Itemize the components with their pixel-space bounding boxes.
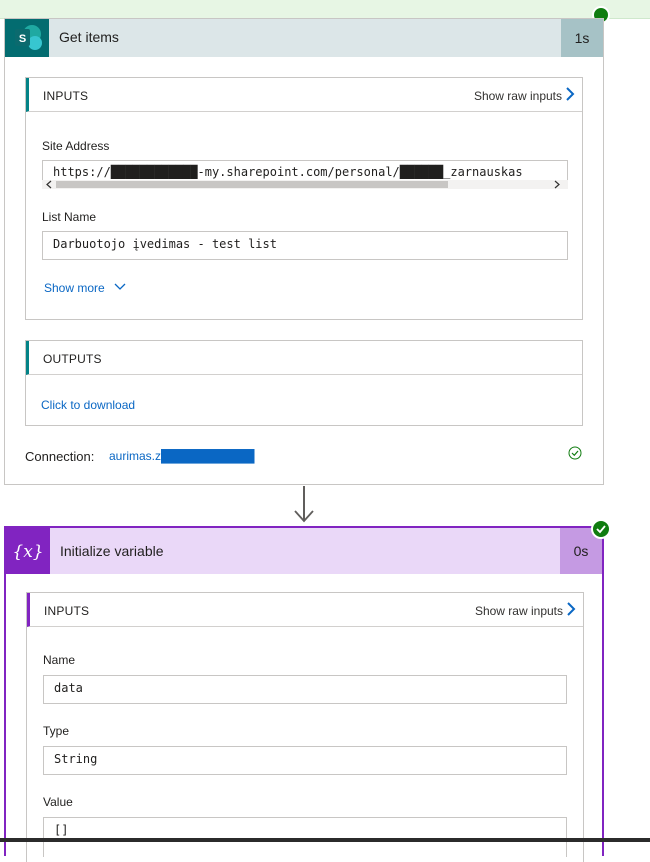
section-title: INPUTS	[44, 604, 90, 618]
name-field[interactable]: data	[43, 675, 567, 704]
list-name-field[interactable]: Darbuotojo įvedimas - test list	[42, 231, 568, 260]
initialize-variable-header[interactable]: {x} Initialize variable 0s	[6, 528, 602, 574]
success-check-icon	[591, 519, 611, 539]
name-label: Name	[43, 653, 76, 667]
window-bottom-edge	[0, 838, 650, 842]
scroll-left-icon[interactable]	[44, 180, 54, 189]
variable-icon: {x}	[6, 528, 50, 574]
inputs-panel-header: INPUTS Show raw inputs	[26, 78, 582, 112]
get-items-card: S Get items 1s INPUTS Show raw inputs Si…	[4, 18, 604, 485]
get-items-header[interactable]: S Get items 1s	[5, 19, 603, 57]
svg-text:{x}: {x}	[12, 542, 43, 562]
show-more-link[interactable]: Show more	[44, 281, 105, 295]
inputs-panel-header: INPUTS Show raw inputs	[27, 593, 583, 627]
list-name-label: List Name	[42, 210, 97, 224]
previous-action-strip	[0, 0, 650, 19]
show-raw-inputs-link[interactable]: Show raw inputs	[474, 89, 562, 103]
section-title: INPUTS	[43, 89, 89, 103]
site-address-label: Site Address	[42, 139, 110, 153]
connection-label: Connection:	[25, 449, 95, 464]
connection-ok-icon	[568, 446, 582, 460]
duration-badge: 1s	[561, 19, 603, 57]
click-to-download-link[interactable]: Click to download	[41, 398, 135, 412]
outputs-panel-header: OUTPUTS	[26, 341, 582, 375]
chevron-right-icon[interactable]	[564, 86, 576, 102]
action-title: Initialize variable	[60, 543, 164, 559]
value-label: Value	[43, 795, 73, 809]
down-arrow-icon	[294, 510, 314, 523]
initialize-variable-card: {x} Initialize variable 0s INPUTS Show r…	[4, 526, 604, 862]
show-raw-inputs-link[interactable]: Show raw inputs	[475, 604, 563, 618]
section-title: OUTPUTS	[43, 352, 102, 366]
sharepoint-icon: S	[5, 19, 49, 57]
scrollbar-thumb[interactable]	[56, 181, 448, 188]
scroll-right-icon[interactable]	[552, 180, 562, 189]
site-address-scrollbar[interactable]	[42, 180, 568, 189]
svg-text:S: S	[19, 33, 26, 45]
chevron-right-icon[interactable]	[565, 601, 577, 617]
connection-link[interactable]: aurimas.z███████████	[109, 449, 255, 463]
action-title: Get items	[59, 29, 119, 45]
inputs-panel: INPUTS Show raw inputs Name data Type St…	[26, 592, 584, 862]
type-field[interactable]: String	[43, 746, 567, 775]
chevron-down-icon[interactable]	[114, 282, 126, 292]
type-label: Type	[43, 724, 70, 738]
inputs-panel: INPUTS Show raw inputs Site Address http…	[25, 77, 583, 320]
outputs-panel: OUTPUTS Click to download	[25, 340, 583, 426]
value-field[interactable]: []	[43, 817, 567, 857]
